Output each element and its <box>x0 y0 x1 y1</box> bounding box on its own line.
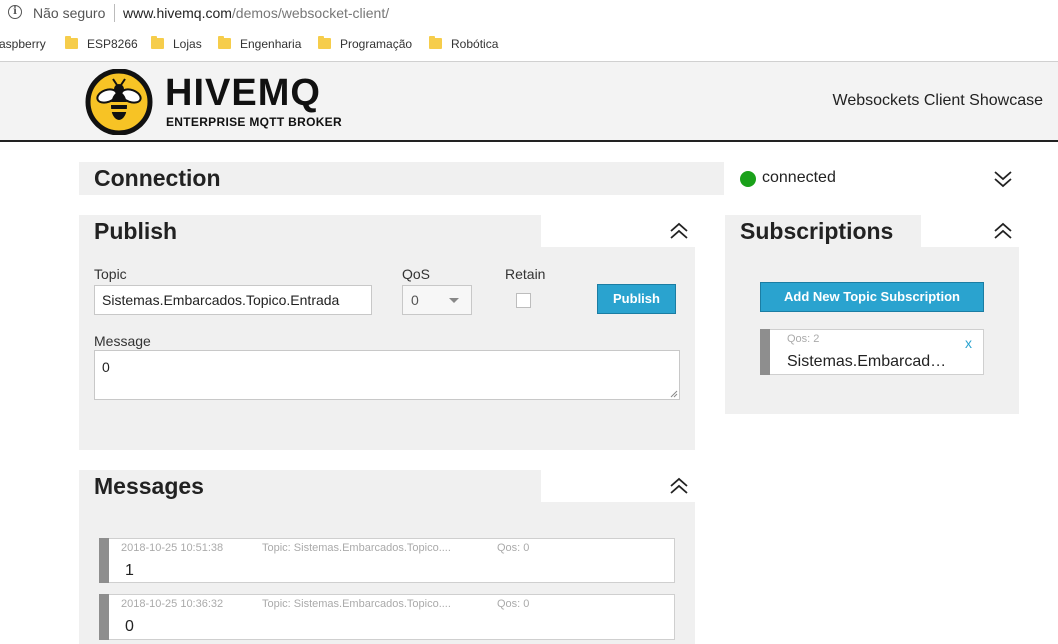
address-divider <box>114 4 115 22</box>
message-qos: Qos: 0 <box>497 542 530 554</box>
folder-icon <box>429 36 442 49</box>
brand-tagline: ENTERPRISE MQTT BROKER <box>166 115 342 129</box>
subscription-qos: Qos: 2 <box>787 333 820 345</box>
subscriptions-title: Subscriptions <box>725 215 921 247</box>
bookmark-label: ESP8266 <box>87 37 138 51</box>
collapse-chevron-icon[interactable] <box>668 220 690 242</box>
message-payload: 1 <box>125 562 134 579</box>
message-topic: Topic: Sistemas.Embarcados.Topico.... <box>262 598 451 610</box>
bookmark-label: Programação <box>340 37 413 51</box>
folder-icon <box>151 36 164 49</box>
publish-panel <box>79 215 695 450</box>
message-item[interactable]: 2018-10-25 10:51:38 Topic: Sistemas.Emba… <box>99 538 675 583</box>
bookmark-label: Engenharia <box>240 37 302 51</box>
publish-title: Publish <box>79 215 541 247</box>
message-qos: Qos: 0 <box>497 598 530 610</box>
info-icon[interactable]: i <box>8 5 22 19</box>
bookmark-programacao[interactable]: Programação <box>318 36 413 51</box>
qos-selected-value: 0 <box>411 292 419 308</box>
retain-label: Retain <box>505 266 546 282</box>
showcase-title: Websockets Client Showcase <box>832 92 1043 109</box>
message-timestamp: 2018-10-25 10:51:38 <box>121 542 224 554</box>
message-item[interactable]: 2018-10-25 10:36:32 Topic: Sistemas.Emba… <box>99 594 675 640</box>
qos-select[interactable]: 0 <box>402 285 472 315</box>
unsubscribe-close-icon[interactable]: x <box>965 335 972 351</box>
brand-name: HIVEMQ <box>165 72 321 114</box>
folder-icon <box>65 36 78 49</box>
subscription-topic: Sistemas.Embarcad… <box>787 353 947 370</box>
folder-icon <box>318 36 331 49</box>
message-color-bar <box>99 594 109 640</box>
bookmarks-bar: aspberry ESP8266 Lojas Engenharia Progra… <box>0 27 1058 62</box>
connection-status-dot <box>740 171 756 187</box>
collapse-chevron-icon[interactable] <box>668 475 690 497</box>
collapse-chevron-icon[interactable] <box>992 220 1014 242</box>
resize-handle-icon[interactable] <box>670 390 678 398</box>
messages-title: Messages <box>79 470 541 502</box>
add-subscription-button[interactable]: Add New Topic Subscription <box>760 282 984 312</box>
expand-chevron-icon[interactable] <box>992 168 1014 190</box>
retain-checkbox[interactable] <box>516 293 531 308</box>
bookmark-label: aspberry <box>0 37 46 51</box>
url-path: /demos/websocket-client/ <box>231 5 390 21</box>
topic-label: Topic <box>94 266 127 282</box>
security-indicator[interactable]: Não seguro <box>33 5 105 21</box>
url-host: www.hivemq.com <box>123 5 232 21</box>
subscription-color-bar <box>760 329 770 375</box>
connection-title: Connection <box>94 165 221 191</box>
bookmark-engenharia[interactable]: Engenharia <box>218 36 302 51</box>
site-header: HIVEMQ ENTERPRISE MQTT BROKER Websockets… <box>0 62 1058 142</box>
url-text[interactable]: www.hivemq.com/demos/websocket-client/ <box>123 5 389 21</box>
bookmark-label: Robótica <box>451 37 499 51</box>
message-textarea[interactable]: 0 <box>94 350 680 400</box>
connection-status: connected <box>762 169 836 186</box>
bookmark-lojas[interactable]: Lojas <box>151 36 202 51</box>
qos-label: QoS <box>402 266 431 282</box>
bookmark-label: Lojas <box>173 37 202 51</box>
bookmark-raspberry[interactable]: aspberry <box>0 37 46 51</box>
subscription-item[interactable]: Qos: 2 Sistemas.Embarcad… x <box>760 329 984 375</box>
publish-topic-input[interactable] <box>94 285 372 315</box>
dropdown-caret-icon <box>449 298 459 303</box>
message-timestamp: 2018-10-25 10:36:32 <box>121 598 224 610</box>
message-payload: 0 <box>125 618 134 635</box>
hivemq-bee-logo-icon[interactable] <box>84 69 154 135</box>
address-bar[interactable]: i Não seguro www.hivemq.com/demos/websoc… <box>0 0 1058 27</box>
publish-button[interactable]: Publish <box>597 284 676 314</box>
message-label: Message <box>94 333 151 349</box>
bookmark-esp8266[interactable]: ESP8266 <box>65 36 138 51</box>
folder-icon <box>218 36 231 49</box>
bookmark-robotica[interactable]: Robótica <box>429 36 499 51</box>
message-color-bar <box>99 538 109 583</box>
message-topic: Topic: Sistemas.Embarcados.Topico.... <box>262 542 451 554</box>
